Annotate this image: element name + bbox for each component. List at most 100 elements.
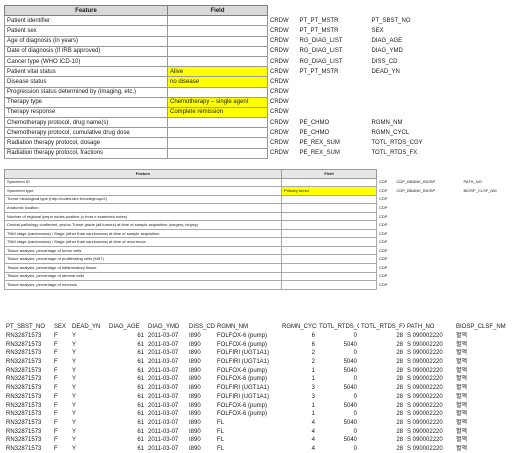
feature-cell: Tissue analysis, percentage of inflammat… [4, 263, 282, 273]
source-column-cell [370, 87, 495, 97]
source-table-cell [298, 77, 370, 87]
table-cell: FOLFOX-6 (pump) [217, 367, 268, 374]
source-column-cell [462, 212, 510, 221]
source-table-cell [395, 229, 462, 238]
clinical-feature-table: Feature Field Patient identifier CRDW PT_P… [4, 4, 495, 159]
table-cell: 2011-03-07 [148, 445, 179, 452]
source-table-cell [395, 195, 462, 204]
field-cell: Chemotherapy – single agent [167, 96, 268, 108]
header-spacer [369, 5, 495, 16]
table-row: Patient identifier CRDW PT_PT_MSTR PT_SBST_… [4, 15, 495, 27]
table-cell: 5040 [343, 419, 357, 426]
table-cell: 2011-03-07 [148, 428, 179, 435]
table-cell: 61 [137, 359, 144, 366]
table-row: RN32871573 F Y 61 2011-03-07 I890 FOLFOX-6 (pu… [4, 375, 512, 384]
source-db-cell: CRDW [270, 38, 289, 45]
source-db-cell: CRDW [270, 89, 289, 96]
header-spacer [297, 5, 370, 16]
source-column-cell [462, 255, 510, 264]
table-cell: Y [72, 341, 77, 348]
table-row: Radiation therapy protocol, dosage CRDW PE… [4, 137, 495, 149]
column-header: SEX [54, 324, 67, 331]
column-header: TOTL_RTDS_FX [361, 324, 405, 331]
table-header-row: PT_SBST_NO SEX DEAD_YN DIAG_AGE DIAG_YMD DISS… [4, 323, 512, 332]
table-cell: 5040 [343, 385, 357, 392]
table-cell: RN32871573 [6, 445, 42, 452]
feature-header: Feature [4, 4, 168, 17]
table-row: RN32871573 F Y 61 2011-03-07 I890 FOLFIRI (UGT… [4, 393, 512, 402]
table-cell: RN32871573 [6, 350, 42, 357]
header-spacer [461, 169, 510, 179]
table-row: Tissue analysis, percentage of prolifera… [4, 254, 510, 264]
table-cell: RN32871573 [6, 359, 42, 366]
table-row: RN32871573 F Y 61 2011-03-07 I890 FL 4 0 28 S 0900… [4, 427, 512, 436]
field-cell [167, 35, 268, 47]
source-table-cell [395, 204, 462, 213]
table-cell: 5040 [343, 437, 357, 444]
feature-cell: Specimen ID [4, 177, 282, 188]
table-row: RN32871573 F Y 61 2011-03-07 I890 FOLFOX-6 (pu… [4, 401, 512, 410]
table-cell: I890 [189, 402, 201, 409]
table-cell: Y [72, 428, 77, 435]
table-cell: S 090002220 [407, 411, 443, 418]
feature-cell: Patient vital status [4, 66, 168, 78]
table-row: Therapy response Complete remission CRDW [4, 106, 495, 119]
table-row: RN32871573 F Y 61 2011-03-07 I890 FOLFIRI (UGT… [4, 384, 512, 393]
field-cell [281, 237, 377, 247]
field-cell: Complete remission [167, 106, 268, 119]
source-table-cell [395, 221, 462, 230]
source-db-cell: CRDW [270, 17, 289, 24]
table-row: Number of regional lymph nodes positive … [4, 211, 510, 222]
table-cell: 2011-03-07 [148, 402, 179, 409]
table-cell: 1 [311, 376, 315, 383]
source-db-cell: CRDW [270, 140, 289, 147]
table-cell: 혈액 [456, 341, 468, 348]
table-cell: S 090002220 [407, 428, 443, 435]
table-cell: Y [72, 376, 77, 383]
source-db-cell: CRDW [270, 109, 289, 116]
field-header: Field [281, 169, 377, 179]
table-cell: 61 [137, 419, 144, 426]
table-row: RN32871573 F Y 61 2011-03-07 I890 FOLFIRI (UGT… [4, 349, 512, 358]
source-db-cell: CRDW [270, 150, 289, 157]
table-cell: F [54, 411, 58, 418]
table-cell: 28 [396, 437, 403, 444]
table-cell: 1 [311, 402, 315, 409]
table-cell: FL [217, 437, 225, 444]
table-cell: 4 [311, 437, 315, 444]
source-table-cell [395, 264, 462, 273]
feature-cell: Radiation therapy protocol, dosage [4, 137, 168, 149]
source-column-cell [462, 221, 510, 230]
source-table-cell [395, 281, 462, 290]
source-table-cell: PE_REX_SUM [299, 150, 340, 157]
table-cell: F [54, 350, 58, 357]
field-cell [281, 220, 377, 230]
source-db-cell: CDP [379, 247, 388, 253]
table-cell: F [54, 376, 58, 383]
source-table-cell [395, 272, 462, 281]
specimen-feature-table: Feature Field Specimen ID CDP CDP_BBANK_BI… [4, 169, 510, 290]
source-column-cell [462, 281, 510, 290]
table-cell: I890 [189, 411, 201, 418]
table-cell: I890 [189, 385, 201, 392]
table-row: Patient sex CRDW PT_PT_MSTR SEX [4, 25, 495, 37]
field-cell [167, 86, 268, 98]
table-cell: 61 [137, 376, 144, 383]
table-cell: 28 [396, 419, 403, 426]
source-table-cell: RG_DIAG_LIST [299, 48, 343, 55]
feature-cell: Radiation therapy protocol, fractions [4, 147, 168, 159]
feature-header: Feature [4, 169, 282, 179]
table-cell: 28 [396, 428, 403, 435]
table-cell: 61 [137, 393, 144, 400]
table-cell: F [54, 402, 58, 409]
source-db-cell: CDP [379, 281, 388, 287]
table-cell: 2011-03-07 [148, 367, 179, 374]
feature-cell: Date of diagnosis (if IRB approved) [4, 45, 168, 57]
table-cell: F [54, 428, 58, 435]
field-cell [281, 263, 377, 273]
table-row: Cancer type (WHO ICD-10) CRDW RG_DIAG_LIST… [4, 55, 495, 68]
column-header: DEAD_YN [72, 324, 101, 331]
table-cell: I890 [189, 437, 201, 444]
table-cell: 2011-03-07 [148, 437, 179, 444]
column-header: RGMN_CYCL [282, 324, 317, 331]
